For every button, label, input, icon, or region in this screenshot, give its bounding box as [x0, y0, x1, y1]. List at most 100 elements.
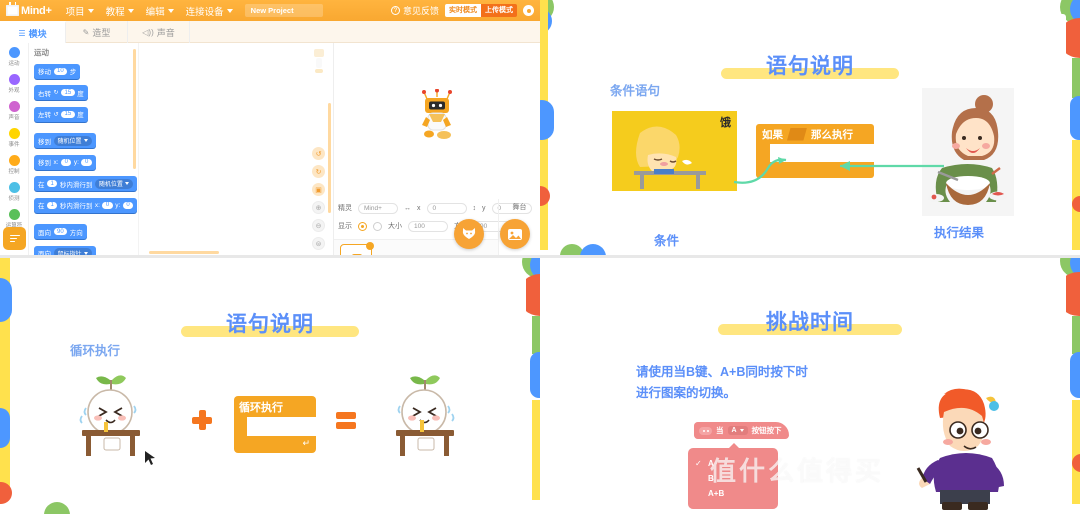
hide-sprite-icon[interactable] [373, 221, 382, 231]
category-motion[interactable]: 运动 [0, 43, 28, 70]
category-control[interactable]: 控制 [0, 151, 28, 178]
block-number-input[interactable]: 90 [53, 228, 68, 235]
block-label: x: [94, 201, 100, 209]
when-button-pressed-block[interactable]: 当 A 按钮按下 [694, 422, 789, 439]
stage-panel-label: 舞台 [512, 204, 527, 211]
block-number-input[interactable]: 10 [53, 67, 68, 75]
equals-bar-bottom [336, 422, 356, 429]
block-workspace[interactable]: ↺ ↻ ▣ ⊕ ⊖ ⊜ [139, 43, 334, 256]
block-dropdown[interactable]: 随机位置 [94, 178, 133, 189]
deco-bar-yellow-2 [1072, 400, 1080, 504]
palette-block[interactable]: 在 1 秒内滑行到 x: 0 y: 0 [34, 197, 138, 213]
block-number-input[interactable]: 15 [61, 110, 75, 118]
mindplus-robot-sprite[interactable] [420, 89, 454, 147]
category-sound[interactable]: 声音 [0, 97, 28, 124]
delete-sprite-icon[interactable] [366, 242, 374, 250]
boy-thinking-illustration [916, 388, 1004, 510]
menu-project[interactable]: 项目 [66, 4, 94, 18]
slide-br-card: 挑战时间 请使用当B键、A+B同时按下时 进行图案的切换。 当 A 按钮按下 ✓… [554, 272, 1066, 510]
cleanup-icon[interactable]: ▣ [312, 183, 325, 196]
block-number-input[interactable]: 1 [47, 180, 58, 187]
block-notch [247, 417, 263, 423]
condition-slot[interactable] [787, 127, 807, 141]
block-number-input[interactable]: 0 [61, 158, 72, 166]
deco-bar-green [532, 316, 540, 354]
block-label: y: [115, 201, 121, 209]
loop-block[interactable]: 循环执行 ↵ [234, 396, 316, 453]
palette-block[interactable]: 在 1 秒内滑行到 随机位置 [34, 176, 137, 191]
button-select-value: A [731, 427, 737, 434]
instruction-line-1: 请使用当B键、A+B同时按下时 [636, 365, 808, 379]
mode-upload-button[interactable]: 上传模式 [481, 4, 517, 17]
block-number-input[interactable]: 15 [61, 89, 75, 96]
block-number-input[interactable]: 0 [122, 201, 134, 209]
palette-block[interactable]: 移到 随机位置 [34, 133, 96, 148]
zoom-in-icon[interactable]: ⊕ [312, 201, 325, 214]
button-select[interactable]: A [727, 426, 748, 435]
mode-toggle-group[interactable]: 实时模式 上传模式 [445, 4, 517, 17]
chevron-down-icon [124, 182, 129, 185]
category-looks[interactable]: 外观 [0, 70, 28, 97]
gear-icon[interactable] [523, 5, 534, 16]
dropdown-option[interactable]: A+B [688, 486, 778, 501]
palette-block[interactable]: 面向 90 方向 [34, 224, 87, 239]
slide-tr-body: 语句说明 条件语句 饿 条件 如果 那么执行 执行结果 [540, 0, 1080, 256]
chevron-down-icon [167, 8, 174, 13]
block-dropdown-value: 随机位置 [57, 139, 82, 145]
extension-button[interactable] [3, 227, 26, 250]
block-notch [770, 144, 786, 150]
palette-block[interactable]: 左转 ↺ 15 度 [34, 106, 88, 122]
block-number-input[interactable]: 0 [81, 158, 92, 166]
tab-costumes[interactable]: ✎ 造型 [66, 21, 128, 43]
question-mark-icon: ? [390, 6, 400, 15]
palette-scrollbar[interactable] [133, 49, 136, 169]
mode-realtime-button[interactable]: 实时模式 [445, 4, 481, 17]
add-sprite-button[interactable] [454, 219, 484, 249]
project-name-input[interactable]: New Project [244, 4, 323, 17]
block-dropdown[interactable]: 随机位置 [53, 135, 92, 146]
workspace-horizontal-scrollbar[interactable] [149, 251, 219, 254]
undo-icon[interactable]: ↺ [312, 147, 325, 160]
add-backdrop-button[interactable] [500, 219, 530, 249]
stage-canvas[interactable] [334, 43, 540, 193]
menu-edit[interactable]: 编辑 [146, 4, 174, 18]
palette-block[interactable]: 移动 10 步 [34, 63, 81, 79]
menu-tutorial[interactable]: 教程 [106, 4, 134, 18]
feedback-button[interactable]: ? 意见反馈 [390, 4, 439, 17]
size-input[interactable]: 100 [408, 220, 448, 232]
palette-block[interactable]: 右转 ↻ 15 度 [34, 85, 88, 100]
caption-condition: 条件 [654, 234, 680, 248]
loop-block-header: 循环执行 [234, 396, 316, 417]
workspace-vertical-scrollbar[interactable] [328, 103, 331, 213]
show-sprite-icon[interactable] [358, 221, 367, 231]
block-label: x: [53, 158, 59, 166]
x-input[interactable]: 0 [426, 202, 467, 214]
extension-icon [9, 233, 20, 244]
loop-block-body [234, 417, 316, 436]
zoom-out-icon[interactable]: ⊖ [312, 219, 325, 232]
zoom-reset-icon[interactable]: ⊜ [312, 237, 325, 250]
block-dropdown-value: 随机位置 [98, 182, 123, 188]
block-label: 移到 [38, 138, 51, 146]
deco-bar-green [1072, 316, 1080, 354]
block-number-input[interactable]: 0 [102, 201, 113, 209]
deco-pill-blue-3 [530, 352, 540, 398]
caption-result: 执行结果 [934, 226, 985, 240]
menu-connect-device[interactable]: 连接设备 [186, 4, 233, 18]
tab-sounds[interactable]: ◁)) 声音 [128, 21, 190, 43]
block-palette[interactable]: 运动 移动 10 步右转 ↻ 15 度左转 ↺ 15 度移到 随机位置 移到 x: 0 y: 0 在 1 秒内滑行… [29, 43, 139, 256]
category-events[interactable]: 事件 [0, 124, 28, 151]
redo-icon[interactable]: ↻ [312, 165, 325, 178]
tab-blocks[interactable]: ☰ 模块 [0, 21, 66, 43]
block-number-input[interactable]: 1 [47, 201, 58, 209]
result-illustration [922, 88, 1014, 216]
block-label: 度 [77, 112, 84, 119]
palette-block[interactable]: 移到 x: 0 y: 0 [34, 154, 96, 170]
deco-circle-red [540, 186, 550, 206]
ide-tabbar: ☰ 模块 ✎ 造型 ◁)) 声音 未连接设备 [0, 21, 540, 60]
loop-arrow-icon: ↵ [302, 438, 310, 448]
sprite-name-input[interactable]: Mind+ [358, 202, 398, 214]
logo-text: Mind+ [21, 4, 52, 17]
category-sensing[interactable]: 侦测 [0, 178, 28, 205]
watermark-text: 值什么值得买 [710, 457, 885, 487]
